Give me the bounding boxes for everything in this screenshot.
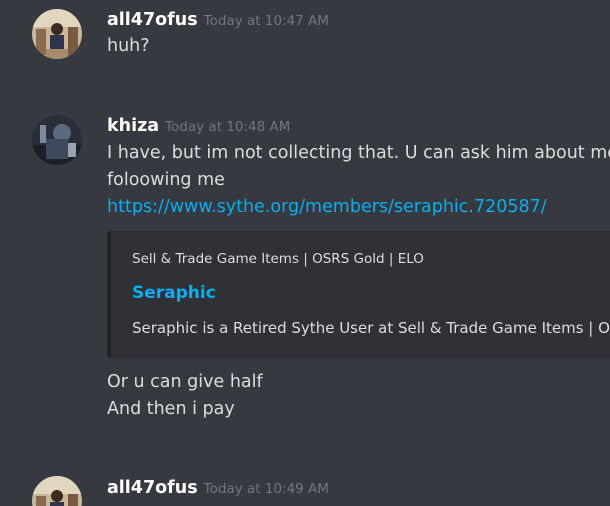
- username[interactable]: khiza: [107, 116, 159, 136]
- link-embed: Sell & Trade Game Items | OSRS Gold | EL…: [107, 231, 610, 358]
- embed-title[interactable]: Seraphic: [132, 283, 216, 303]
- avatar-image: [32, 115, 82, 165]
- avatar[interactable]: [32, 9, 82, 59]
- avatar[interactable]: [32, 476, 82, 506]
- message-text: huh?: [107, 36, 150, 56]
- avatar-image: [32, 476, 82, 506]
- message-link-line: https://www.sythe.org/members/seraphic.7…: [107, 194, 547, 221]
- avatar[interactable]: [32, 115, 82, 165]
- message-header: all47ofus Today at 10:49 AM: [107, 478, 329, 498]
- timestamp: Today at 10:49 AM: [203, 481, 329, 497]
- embed-description: Seraphic is a Retired Sythe User at Sell…: [132, 319, 610, 337]
- timestamp: Today at 10:48 AM: [165, 119, 291, 135]
- message-text: And then i pay: [107, 399, 235, 419]
- message-header: all47ofus Today at 10:47 AM: [107, 10, 329, 30]
- chat-messages: all47ofus Today at 10:47 AM huh? khiza Tod…: [0, 0, 610, 506]
- avatar-image: [32, 9, 82, 59]
- message-text: foloowing me: [107, 170, 225, 190]
- username[interactable]: all47ofus: [107, 10, 198, 30]
- timestamp: Today at 10:47 AM: [203, 13, 329, 29]
- message-text: Or u can give half: [107, 372, 263, 392]
- embed-provider[interactable]: Sell & Trade Game Items | OSRS Gold | EL…: [132, 251, 424, 267]
- message-text: I have, but im not collecting that. U ca…: [107, 143, 610, 163]
- message-header: khiza Today at 10:48 AM: [107, 116, 290, 136]
- username[interactable]: all47ofus: [107, 478, 198, 498]
- message-link[interactable]: https://www.sythe.org/members/seraphic.7…: [107, 197, 547, 217]
